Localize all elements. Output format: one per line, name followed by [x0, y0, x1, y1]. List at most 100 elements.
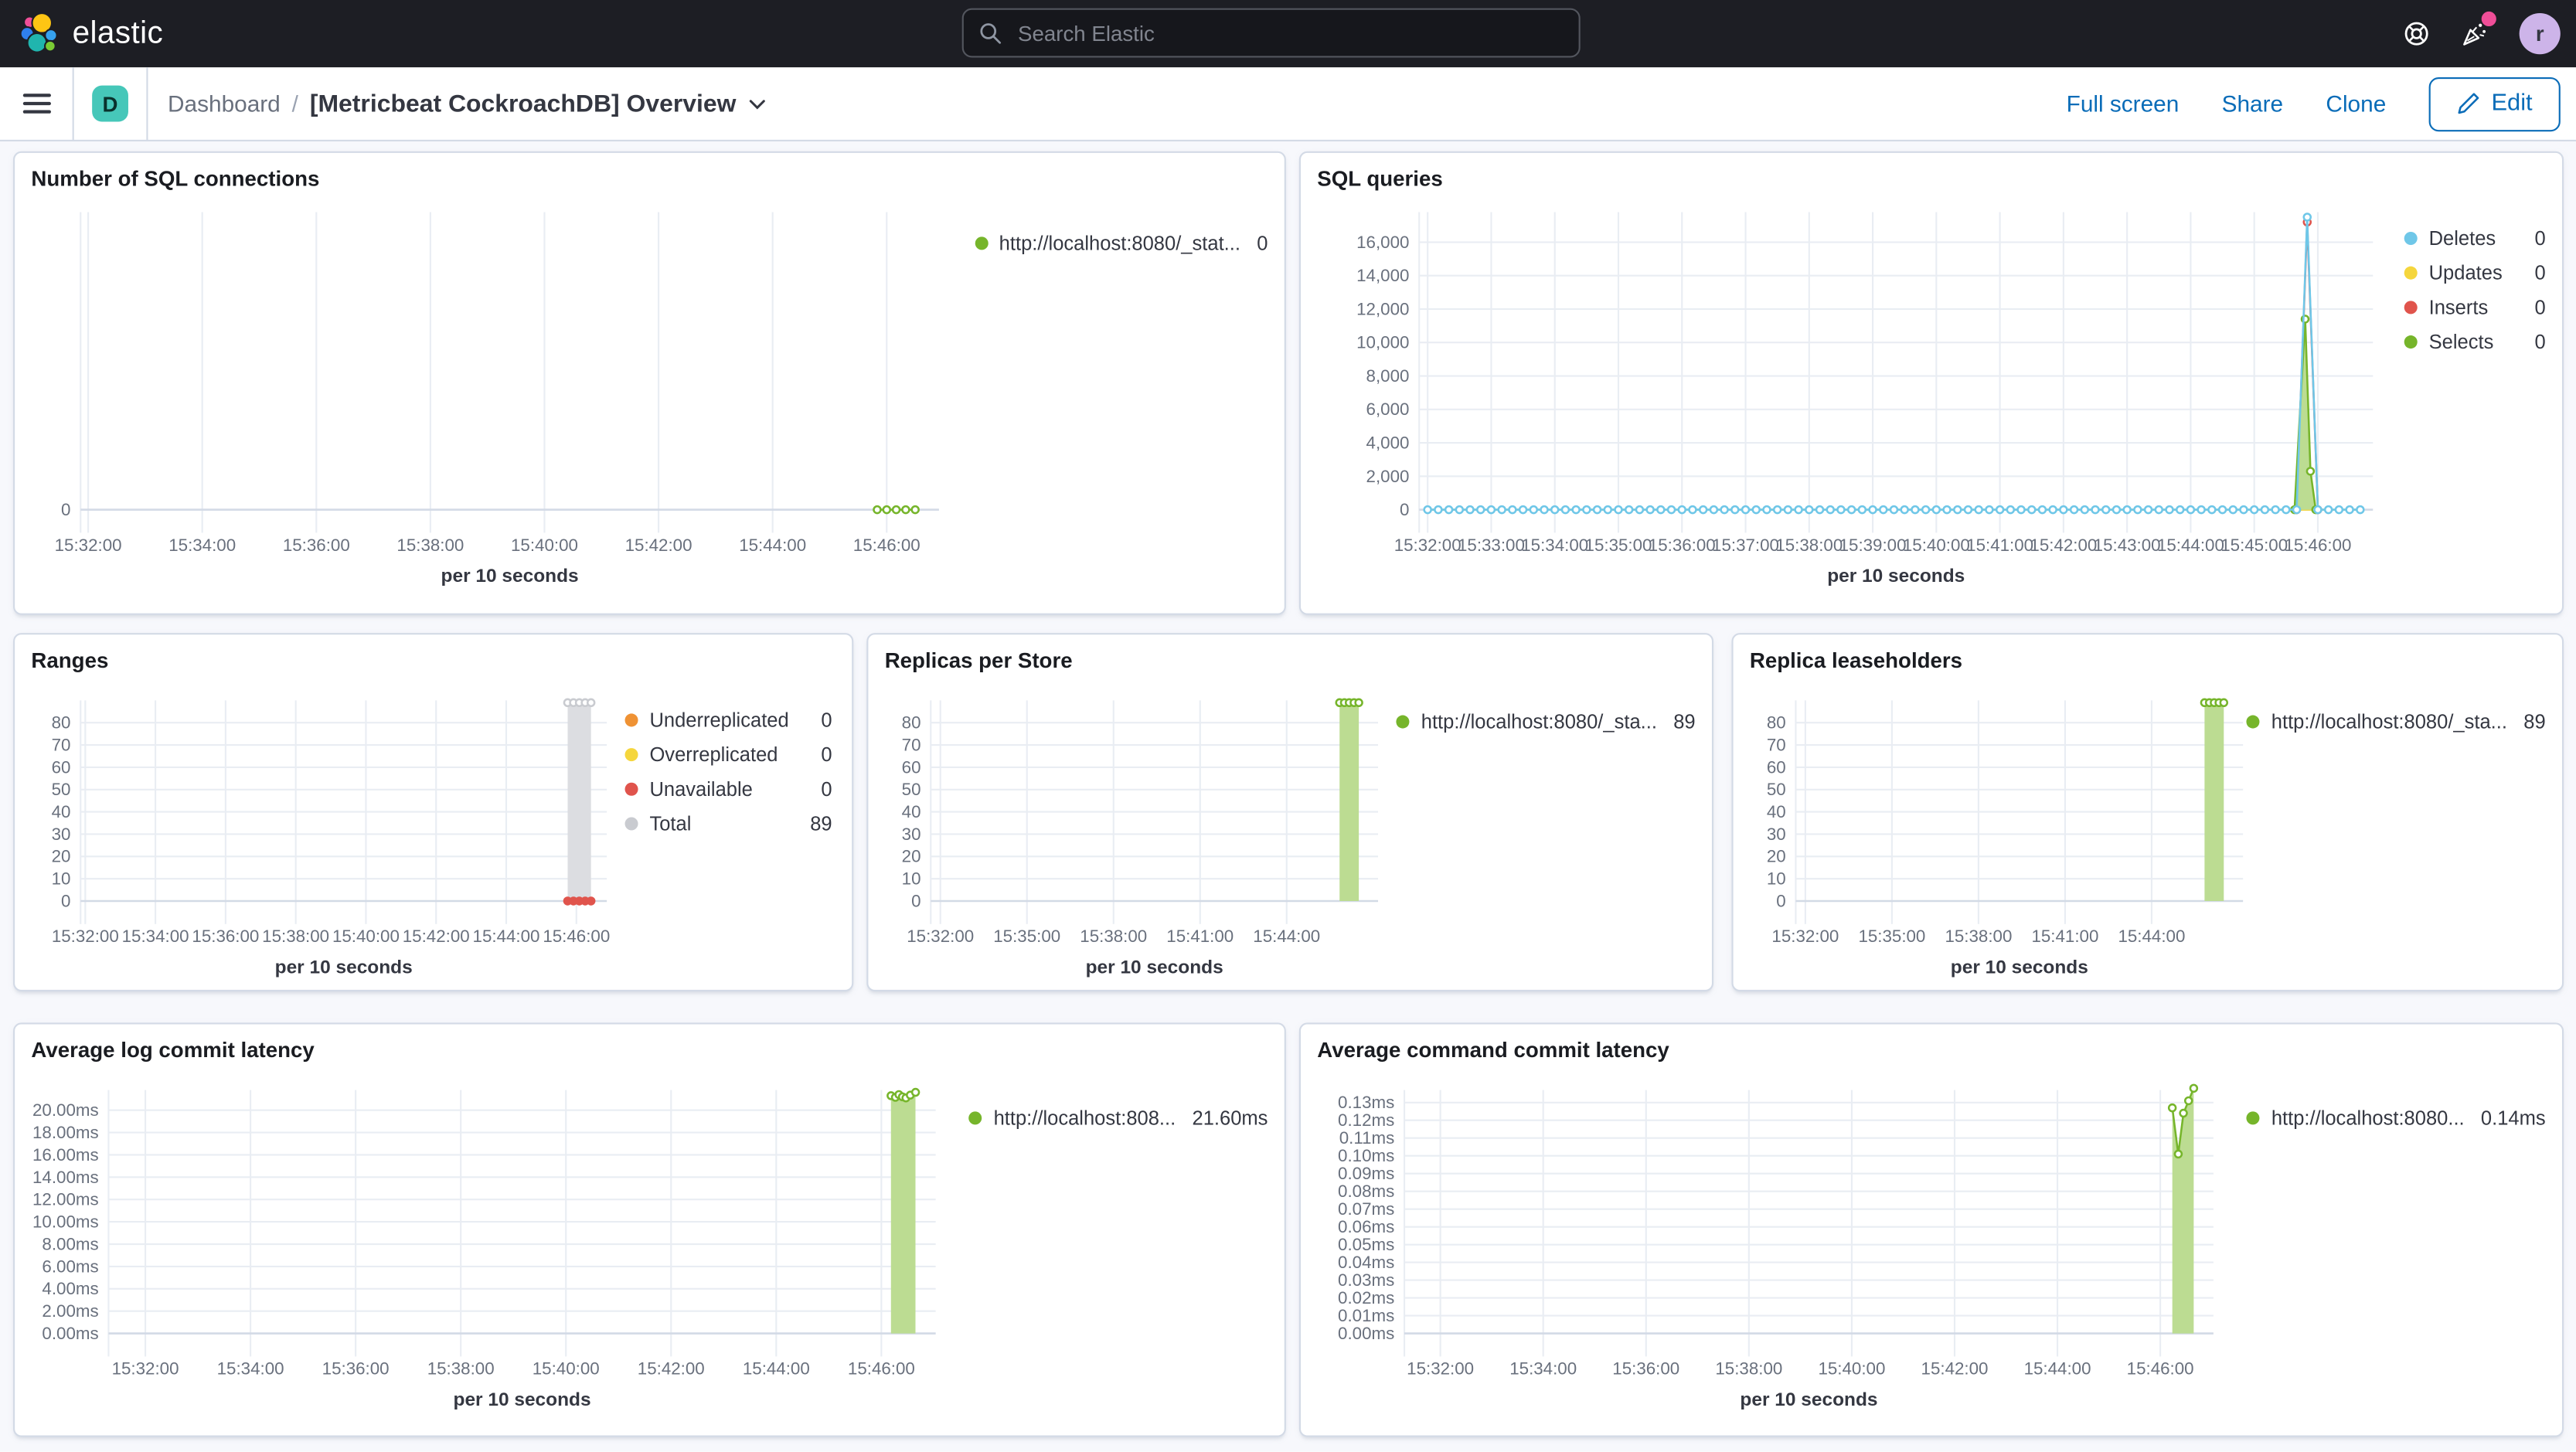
legend-label: Underreplicated: [649, 709, 789, 732]
dashboard-panel: 15:32:00 15:34:00 15:36:00 15:38:00 15:40:00…: [13, 633, 854, 992]
legend-item[interactable]: Inserts 0: [2404, 294, 2546, 321]
legend-value: 0: [821, 777, 832, 801]
legend-item[interactable]: Total 89: [624, 811, 832, 837]
svg-text:per 10 seconds: per 10 seconds: [1951, 957, 2088, 978]
legend-value: 0: [2534, 226, 2546, 250]
legend-item[interactable]: http://localhost:8080/_sta... 89: [1396, 710, 1696, 733]
svg-text:20.00ms: 20.00ms: [32, 1100, 99, 1120]
svg-text:50: 50: [902, 780, 921, 799]
legend-color-dot: [2404, 266, 2418, 280]
svg-text:60: 60: [902, 757, 921, 777]
space-badge[interactable]: D: [92, 85, 128, 122]
svg-text:15:38:00: 15:38:00: [427, 1359, 495, 1379]
legend-item[interactable]: http://localhost:8080... 0.14ms: [2246, 1106, 2546, 1130]
legend-item[interactable]: Selects 0: [2404, 329, 2546, 355]
news-button[interactable]: [2460, 11, 2496, 48]
svg-text:15:44:00: 15:44:00: [1253, 927, 1320, 946]
breadcrumb-dashboard[interactable]: Dashboard: [168, 90, 281, 117]
elastic-logo[interactable]: elastic: [16, 12, 163, 56]
svg-text:50: 50: [52, 780, 71, 799]
svg-text:20: 20: [52, 847, 71, 866]
legend-item[interactable]: Updates 0: [2404, 260, 2546, 286]
svg-text:6,000: 6,000: [1366, 400, 1410, 419]
chart-canvas[interactable]: 15:32:00 15:35:00 15:38:00 15:41:00 15:44:00…: [1734, 634, 2564, 991]
svg-text:0.11ms: 0.11ms: [1339, 1128, 1395, 1148]
svg-text:70: 70: [52, 736, 71, 755]
title-menu-button[interactable]: [747, 94, 765, 112]
clone-link[interactable]: Clone: [2326, 90, 2386, 117]
svg-text:6.00ms: 6.00ms: [42, 1256, 98, 1276]
svg-text:0.00ms: 0.00ms: [42, 1324, 98, 1343]
search-input[interactable]: [1014, 19, 1579, 47]
dashboard-panel: 15:32:00 15:34:00 15:36:00 15:38:00 15:40:00…: [1298, 1022, 2564, 1437]
legend-item[interactable]: http://localhost:8080/_stat... 0: [974, 232, 1268, 255]
svg-text:15:38:00: 15:38:00: [1775, 536, 1843, 555]
legend-item[interactable]: Deletes 0: [2404, 225, 2546, 251]
svg-text:60: 60: [52, 757, 71, 777]
chart-canvas[interactable]: 15:32:00 15:34:00 15:36:00 15:38:00 15:40:00…: [15, 153, 1286, 615]
legend-item[interactable]: Overreplicated 0: [624, 742, 832, 768]
global-search[interactable]: [961, 8, 1581, 58]
legend-label: http://localhost:8080/_stat...: [999, 232, 1240, 255]
svg-text:0.07ms: 0.07ms: [1338, 1199, 1394, 1219]
svg-text:80: 80: [1767, 713, 1786, 733]
user-avatar[interactable]: r: [2519, 13, 2561, 55]
svg-text:per 10 seconds: per 10 seconds: [1086, 957, 1223, 978]
svg-text:15:38:00: 15:38:00: [1715, 1359, 1782, 1379]
legend-item[interactable]: http://localhost:8080/_sta... 89: [2246, 710, 2546, 733]
svg-text:20: 20: [1767, 847, 1786, 866]
svg-text:15:46:00: 15:46:00: [848, 1359, 915, 1379]
share-link[interactable]: Share: [2222, 90, 2283, 117]
chart-legend: Underreplicated 0 Overreplicated 0 Unavailab…: [624, 707, 832, 845]
legend-item[interactable]: Unavailable 0: [624, 776, 832, 802]
svg-text:80: 80: [902, 713, 921, 733]
svg-text:15:32:00: 15:32:00: [1394, 536, 1462, 555]
svg-text:0.06ms: 0.06ms: [1338, 1217, 1394, 1236]
svg-text:15:36:00: 15:36:00: [322, 1359, 390, 1379]
svg-text:80: 80: [52, 713, 71, 733]
svg-text:0.13ms: 0.13ms: [1338, 1093, 1394, 1112]
full-screen-link[interactable]: Full screen: [2067, 90, 2180, 117]
svg-text:8.00ms: 8.00ms: [42, 1234, 98, 1253]
svg-text:4.00ms: 4.00ms: [42, 1279, 98, 1298]
legend-color-dot: [624, 713, 638, 727]
chart-legend: http://localhost:8080... 0.14ms: [2246, 1106, 2546, 1137]
svg-text:20: 20: [902, 847, 921, 866]
series-line-Deletes: [1428, 216, 2360, 511]
legend-value: 0.14ms: [2480, 1106, 2546, 1130]
svg-text:15:32:00: 15:32:00: [907, 927, 974, 946]
svg-text:15:41:00: 15:41:00: [1966, 536, 2033, 555]
svg-text:14,000: 14,000: [1356, 266, 1409, 285]
svg-text:0.01ms: 0.01ms: [1338, 1306, 1394, 1325]
svg-text:15:32:00: 15:32:00: [112, 1359, 179, 1379]
help-lifebuoy-icon: [2404, 22, 2428, 46]
legend-label: http://localhost:8080...: [2271, 1106, 2465, 1130]
svg-text:0: 0: [911, 891, 920, 910]
svg-text:15:43:00: 15:43:00: [2094, 536, 2161, 555]
chart-canvas[interactable]: 15:32:00 15:34:00 15:36:00 15:38:00 15:40:00…: [1301, 1025, 2564, 1437]
svg-text:12.00ms: 12.00ms: [32, 1190, 99, 1209]
kibana-app: elastic Search Elastic r D Dashboard / […: [0, 0, 2576, 1452]
svg-text:18.00ms: 18.00ms: [32, 1123, 99, 1142]
help-button[interactable]: [2403, 20, 2431, 48]
notification-dot: [2481, 11, 2496, 27]
edit-button[interactable]: Edit: [2428, 76, 2561, 131]
chart-canvas[interactable]: 15:32:0015:33:0015:34:0015:35:0015:36:00…: [1301, 153, 2564, 615]
chart-canvas[interactable]: 15:32:00 15:35:00 15:38:00 15:41:00 15:44:00…: [868, 634, 1713, 991]
menu-button[interactable]: [0, 66, 73, 141]
svg-text:15:39:00: 15:39:00: [1839, 536, 1907, 555]
legend-value: 89: [810, 812, 832, 835]
divider: [146, 66, 148, 141]
svg-text:0.10ms: 0.10ms: [1338, 1146, 1394, 1165]
svg-text:0.08ms: 0.08ms: [1338, 1182, 1394, 1201]
chart-canvas[interactable]: 15:32:00 15:34:00 15:36:00 15:38:00 15:40:00…: [15, 1025, 1286, 1437]
legend-value: 89: [1673, 710, 1696, 733]
chart-legend: http://localhost:8080/_sta... 89: [2246, 710, 2546, 741]
svg-text:15:40:00: 15:40:00: [1818, 1359, 1885, 1379]
svg-text:per 10 seconds: per 10 seconds: [275, 957, 413, 978]
legend-value: 0: [2534, 295, 2546, 319]
legend-item[interactable]: http://localhost:808... 21.60ms: [968, 1107, 1268, 1130]
svg-text:15:33:00: 15:33:00: [1458, 536, 1525, 555]
legend-item[interactable]: Underreplicated 0: [624, 707, 832, 733]
svg-text:15:41:00: 15:41:00: [2031, 927, 2098, 946]
